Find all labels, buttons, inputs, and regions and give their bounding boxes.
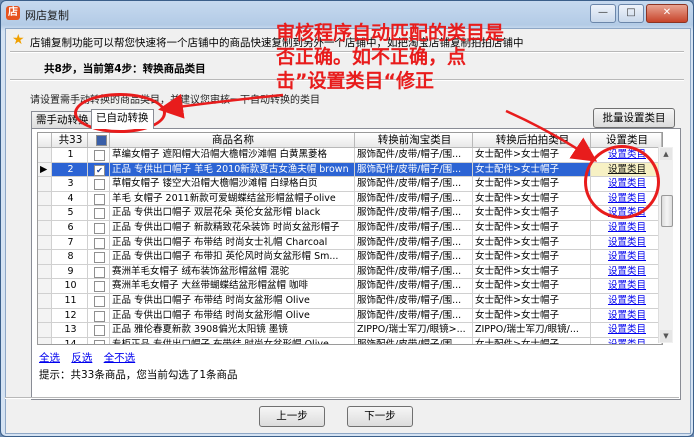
app-window: 店 网店复制 — □ ✕ ★ 店铺复制功能可以帮您快速将一个店铺中的商品快速复制… [0,0,694,437]
arrow-to-tab [158,93,284,119]
tab-auto-converted[interactable]: 已自动转换 [91,109,154,129]
arrow-to-column [505,109,598,162]
annotation-arrows [158,93,598,162]
